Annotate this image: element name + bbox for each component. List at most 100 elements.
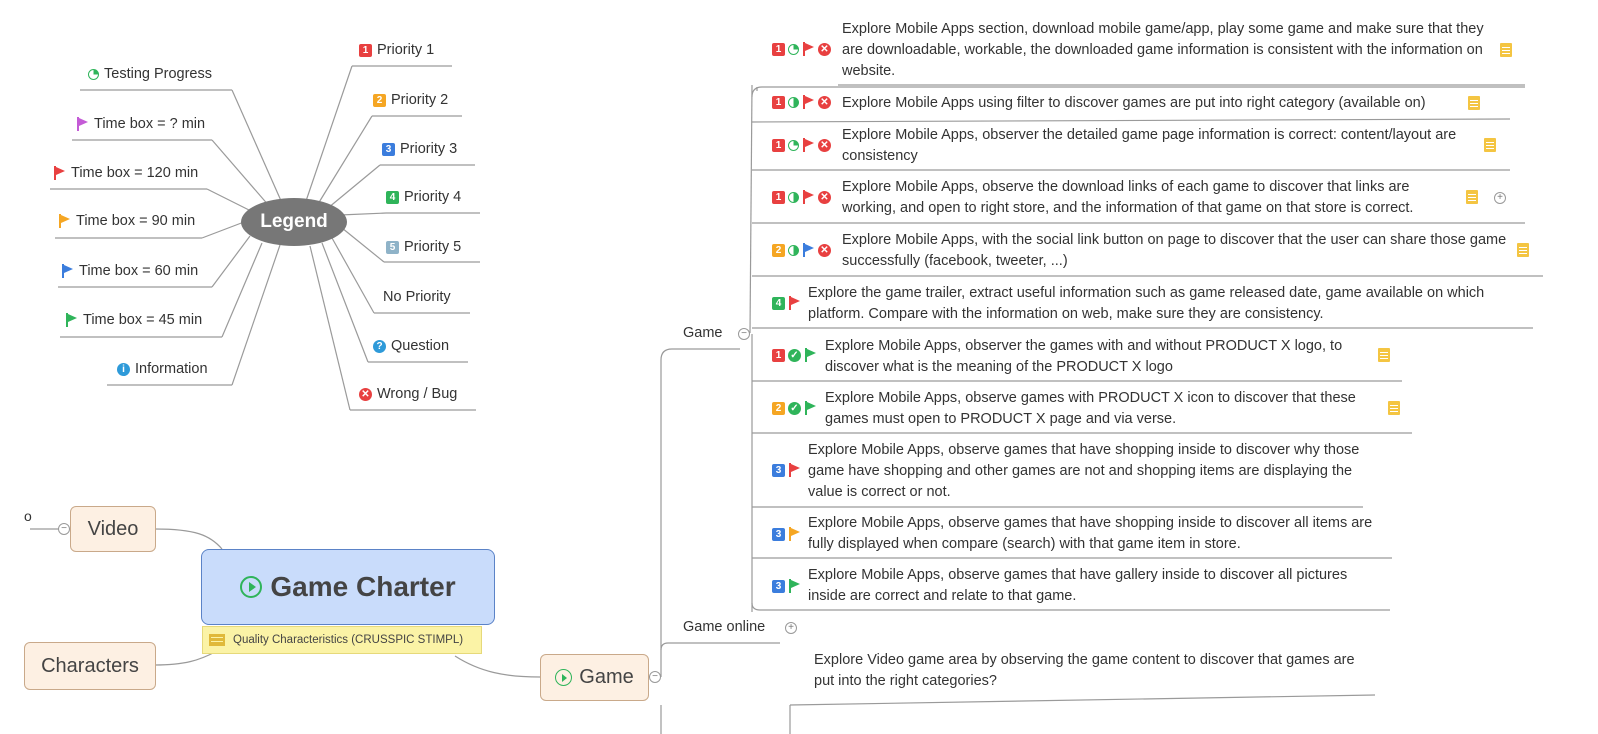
task-markers: 1 ✕ xyxy=(772,138,831,152)
expand-icon[interactable]: + xyxy=(785,622,797,634)
legend-item-timebox-90[interactable]: Time box = 90 min xyxy=(58,213,195,229)
priority-4-icon: 4 xyxy=(772,296,785,310)
task-markers: 1 ✕ xyxy=(772,95,831,109)
flag-icon xyxy=(788,463,801,477)
priority-1-icon: 1 xyxy=(772,138,785,152)
flag-icon xyxy=(788,579,801,593)
task-node[interactable]: Explore Mobile Apps, observe games that … xyxy=(808,440,1363,503)
progress-icon xyxy=(788,96,799,108)
legend-label: Priority 2 xyxy=(391,92,449,108)
collapse-icon[interactable]: − xyxy=(738,328,750,340)
legend-label: Information xyxy=(135,361,208,377)
task-node[interactable]: Explore Mobile Apps, observer the games … xyxy=(825,336,1385,378)
priority-4-icon: 4 xyxy=(386,190,399,204)
info-icon: i xyxy=(117,362,130,376)
cut-off-label: o xyxy=(24,508,32,524)
legend-item-priority-1[interactable]: 1 Priority 1 xyxy=(359,42,434,58)
legend-item-timebox-60[interactable]: Time box = 60 min xyxy=(61,263,198,279)
legend-item-priority-2[interactable]: 2 Priority 2 xyxy=(373,92,448,108)
task-node[interactable]: Explore Mobile Apps, observer the detail… xyxy=(842,125,1482,167)
legend-item-question[interactable]: ? Question xyxy=(373,338,449,354)
legend-label: Priority 4 xyxy=(404,189,462,205)
legend-item-priority-5[interactable]: 5 Priority 5 xyxy=(386,239,461,255)
legend-label: Priority 5 xyxy=(404,239,462,255)
progress-icon xyxy=(788,191,799,203)
game-topic[interactable]: Game xyxy=(540,654,649,701)
central-topic[interactable]: Game Charter xyxy=(201,549,495,625)
flag-icon xyxy=(58,214,71,228)
legend-label: Time box = 90 min xyxy=(76,213,196,229)
note-icon[interactable] xyxy=(1466,190,1478,204)
check-icon: ✓ xyxy=(788,348,801,362)
legend-item-testing-progress[interactable]: Testing Progress xyxy=(88,66,212,82)
flag-icon xyxy=(65,313,78,327)
task-node[interactable]: Explore Mobile Apps using filter to disc… xyxy=(842,93,1482,114)
legend-label: Time box = 120 min xyxy=(71,165,199,181)
note-icon[interactable] xyxy=(1517,243,1529,257)
video-task-node[interactable]: Explore Video game area by observing the… xyxy=(814,650,1369,692)
flag-icon xyxy=(788,527,801,541)
task-markers: 3 xyxy=(772,463,801,477)
progress-icon xyxy=(88,68,99,80)
bug-icon: ✕ xyxy=(359,387,372,401)
label-icon xyxy=(209,634,225,646)
progress-icon xyxy=(788,139,799,151)
note-icon[interactable] xyxy=(1378,348,1390,362)
legend-node[interactable]: Legend xyxy=(241,198,347,246)
bug-icon: ✕ xyxy=(818,243,831,257)
legend-item-timebox-120[interactable]: Time box = 120 min xyxy=(53,165,198,181)
priority-3-icon: 3 xyxy=(772,527,785,541)
legend-label: Priority 1 xyxy=(377,42,435,58)
flag-icon xyxy=(788,296,801,310)
legend-item-priority-4[interactable]: 4 Priority 4 xyxy=(386,189,461,205)
branch-game-online[interactable]: Game online xyxy=(683,619,765,635)
priority-2-icon: 2 xyxy=(772,401,785,415)
legend-item-timebox-unknown[interactable]: Time box = ? min xyxy=(76,116,205,132)
note-icon[interactable] xyxy=(1484,138,1496,152)
priority-3-icon: 3 xyxy=(772,463,785,477)
note-icon[interactable] xyxy=(1388,401,1400,415)
flag-icon xyxy=(802,95,815,109)
flag-icon xyxy=(61,264,74,278)
priority-1-icon: 1 xyxy=(359,43,372,57)
task-node[interactable]: Explore Mobile Apps, observe games with … xyxy=(825,388,1385,430)
check-icon: ✓ xyxy=(788,401,801,415)
task-markers: 1 ✓ xyxy=(772,348,817,362)
note-icon[interactable] xyxy=(1500,43,1512,57)
legend-item-information[interactable]: i Information xyxy=(117,361,208,377)
note-icon[interactable] xyxy=(1468,96,1480,110)
legend-item-timebox-45[interactable]: Time box = 45 min xyxy=(65,312,202,328)
characters-topic[interactable]: Characters xyxy=(24,642,156,690)
progress-icon xyxy=(788,43,799,55)
task-node[interactable]: Explore Mobile Apps, observe the downloa… xyxy=(842,177,1467,219)
task-node[interactable]: Explore the game trailer, extract useful… xyxy=(808,283,1533,325)
progress-icon xyxy=(788,244,799,256)
bug-icon: ✕ xyxy=(818,190,831,204)
collapse-icon[interactable]: − xyxy=(58,523,70,535)
priority-1-icon: 1 xyxy=(772,95,785,109)
task-markers: 4 xyxy=(772,296,801,310)
flag-icon xyxy=(53,166,66,180)
question-icon: ? xyxy=(373,339,386,353)
legend-label: Question xyxy=(391,338,450,354)
task-markers: 3 xyxy=(772,579,801,593)
task-node[interactable]: Explore Mobile Apps section, download mo… xyxy=(842,19,1502,82)
task-node[interactable]: Explore Mobile Apps, with the social lin… xyxy=(842,230,1512,272)
branch-game[interactable]: Game xyxy=(683,325,723,341)
priority-1-icon: 1 xyxy=(772,348,785,362)
priority-3-icon: 3 xyxy=(772,579,785,593)
central-label[interactable]: Quality Characteristics (CRUSSPIC STIMPL… xyxy=(202,626,482,654)
task-node[interactable]: Explore Mobile Apps, observe games that … xyxy=(808,565,1388,607)
expand-icon[interactable]: + xyxy=(1494,192,1506,204)
task-node[interactable]: Explore Mobile Apps, observe games that … xyxy=(808,513,1388,555)
flag-icon xyxy=(802,243,815,257)
central-title: Game Charter xyxy=(270,571,456,602)
video-topic[interactable]: Video xyxy=(70,506,156,552)
legend-item-wrong-bug[interactable]: ✕ Wrong / Bug xyxy=(359,386,457,402)
bug-icon: ✕ xyxy=(818,42,831,56)
legend-item-no-priority[interactable]: No Priority xyxy=(383,289,451,305)
flag-icon xyxy=(804,348,817,362)
priority-2-icon: 2 xyxy=(373,93,386,107)
collapse-icon[interactable]: − xyxy=(649,671,661,683)
legend-item-priority-3[interactable]: 3 Priority 3 xyxy=(382,141,457,157)
